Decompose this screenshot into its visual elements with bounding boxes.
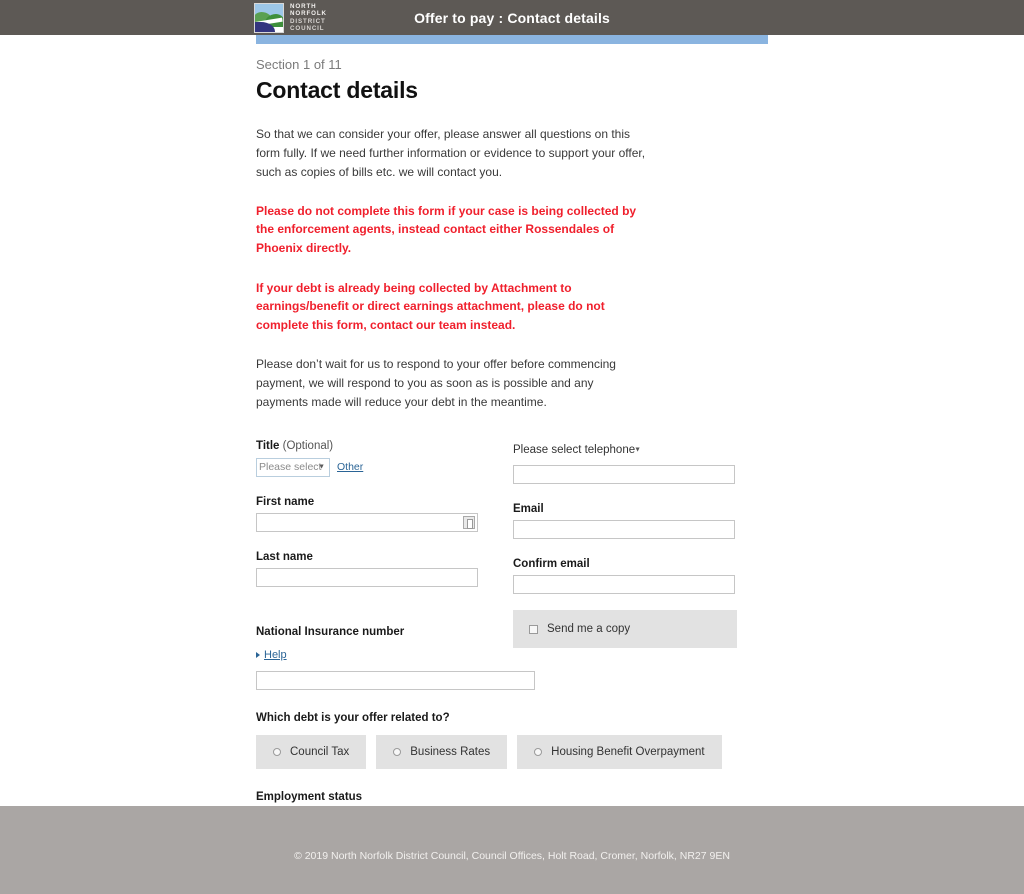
site-footer: © 2019 North Norfolk District Council, C… [0,806,1024,894]
section-counter: Section 1 of 11 [256,57,342,72]
first-name-input-wrap [256,512,478,532]
intro-paragraph: So that we can consider your offer, plea… [256,127,646,179]
contact-fields-grid: Title (Optional) Please selectMrMrsMissM… [256,440,768,649]
telephone-number-input[interactable] [513,465,735,485]
debt-type-radio-2[interactable] [534,748,543,757]
title-label-text: Title [256,440,280,453]
logo-wordmark: NORTH NORFOLK DISTRICT COUNCIL [290,3,327,33]
telephone-type-select[interactable]: Please select telephoneMobileHomeWork [513,440,641,461]
debt-type-label: Which debt is your offer related to? [256,712,450,725]
debt-type-radio-1[interactable] [393,748,402,757]
help-link[interactable]: Help [264,649,287,661]
first-name-label: First name [256,495,315,508]
telephone-group: Please select telephoneMobileHomeWork ▼ [513,440,738,485]
triangle-right-icon [256,652,260,659]
last-name-group: Last name [256,551,486,587]
logo-line-4: COUNCIL [290,24,325,32]
title-field-label: Title (Optional) [256,440,486,452]
footer-copyright: © 2019 North Norfolk District Council, C… [294,850,730,862]
employment-status-label: Employment status [256,791,363,804]
confirm-email-label: Confirm email [513,558,590,571]
debt-type-option-label: Housing Benefit Overpayment [551,746,705,759]
debt-type-option-1[interactable]: Business Rates [376,735,508,770]
title-other-link[interactable]: Other [337,461,363,473]
last-name-input[interactable] [256,567,478,587]
fields-right-column: Please select telephoneMobileHomeWork ▼ … [513,440,738,649]
debt-type-radio-0[interactable] [273,748,281,757]
council-logo[interactable]: NORTH NORFOLK DISTRICT COUNCIL [254,3,327,33]
national-insurance-input[interactable] [256,671,535,691]
warning-paragraph-1: Please do not complete this form if your… [256,203,637,256]
confirm-email-group: Confirm email [513,558,738,595]
main-content: Section 1 of 11 Contact details So that … [256,44,768,894]
header-title: Offer to pay : Contact details [414,9,610,26]
send-copy-option[interactable]: Send me a copy [513,610,737,649]
title-select-wrap: Please selectMrMrsMissMsDr ▼ [256,457,330,477]
email-label: Email [513,503,544,516]
title-row: Please selectMrMrsMissMsDr ▼ Other [256,457,486,477]
telephone-select-wrap: Please select telephoneMobileHomeWork ▼ [513,440,641,461]
autofill-icon[interactable] [463,515,475,529]
debt-type-group: Which debt is your offer related to? Cou… [256,712,768,770]
first-name-group: First name [256,496,486,532]
logo-line-2: NORFOLK [290,10,327,18]
site-header: NORTH NORFOLK DISTRICT COUNCIL Offer to … [0,0,1024,35]
send-copy-checkbox[interactable] [529,624,538,634]
page-root: NORTH NORFOLK DISTRICT COUNCIL Offer to … [0,0,1024,894]
council-crest-icon [254,3,284,33]
email-input[interactable] [513,520,735,540]
debt-type-options: Council Tax Business Rates Housing Benefit… [256,735,768,770]
progress-bar [256,35,768,44]
page-title: Contact details [256,77,418,103]
confirm-email-input[interactable] [513,575,735,595]
title-select[interactable]: Please selectMrMrsMissMsDr [256,457,330,477]
debt-type-option-label: Business Rates [410,746,491,759]
last-name-label: Last name [256,550,313,563]
progress-bar-fill [256,35,768,44]
title-field-group: Title (Optional) Please selectMrMrsMissM… [256,440,486,477]
note-paragraph: Please don’t wait for us to respond to y… [256,357,616,410]
national-insurance-help-toggle[interactable]: Help [256,649,768,661]
debt-type-option-2[interactable]: Housing Benefit Overpayment [517,735,722,770]
first-name-input[interactable] [256,512,478,532]
fields-left-column: Title (Optional) Please selectMrMrsMissM… [256,440,486,587]
email-group: Email [513,503,738,540]
debt-type-option-label: Council Tax [290,746,350,759]
send-copy-label: Send me a copy [547,623,631,636]
debt-type-option-0[interactable]: Council Tax [256,735,367,770]
title-optional-text: (Optional) [282,440,334,453]
warning-paragraph-2: If your debt is already being collected … [256,280,605,332]
